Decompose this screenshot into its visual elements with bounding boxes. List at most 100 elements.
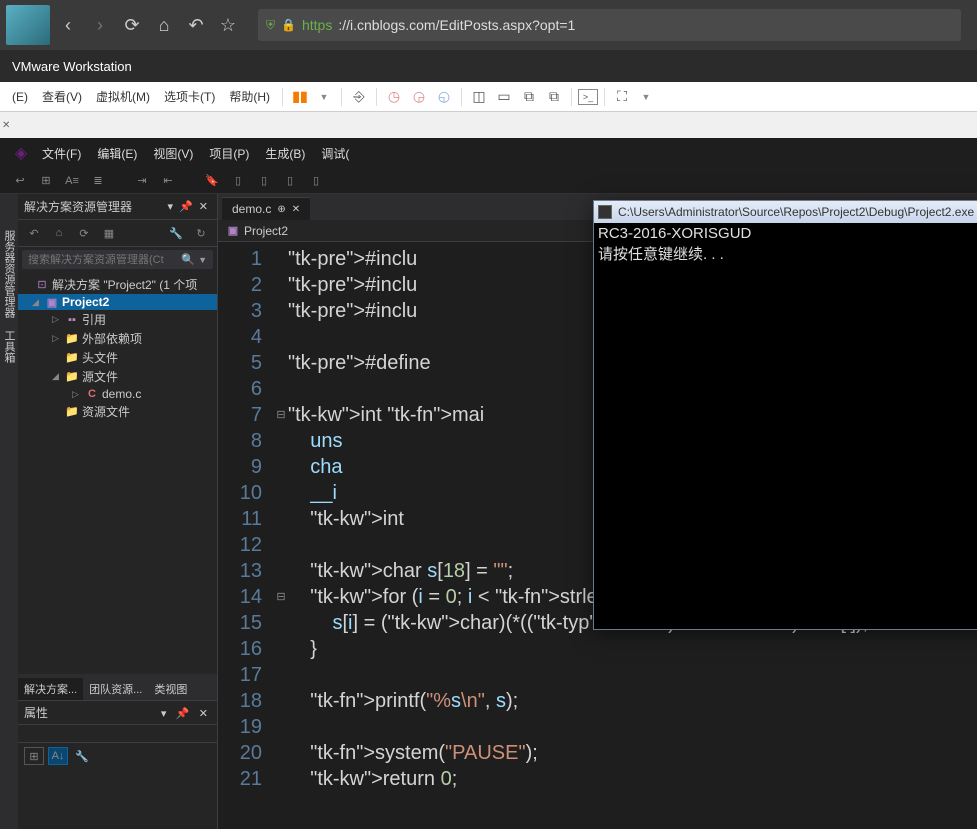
nav-back-icon[interactable]: ↩ xyxy=(10,172,30,190)
fullscreen-icon[interactable]: ⛶ xyxy=(611,86,633,108)
pin-icon[interactable]: 📌 xyxy=(176,200,196,213)
res-node[interactable]: 📁资源文件 xyxy=(18,402,217,421)
wrench-icon[interactable]: 🔧 xyxy=(72,747,92,765)
ext-deps-node[interactable]: ▷📁外部依赖项 xyxy=(18,329,217,348)
editor-tab-democ[interactable]: demo.c ⊕ ✕ xyxy=(222,197,310,220)
sync-icon[interactable]: ⟳ xyxy=(74,224,94,242)
toolbar-icon[interactable]: ▯ xyxy=(306,172,326,190)
layout4-icon[interactable]: ⧉ xyxy=(543,86,565,108)
lock-icon: 🔒 xyxy=(281,18,296,32)
vmware-titlebar: VMware Workstation xyxy=(0,50,977,82)
browser-toolbar: ‹ › ⟳ ⌂ ↶ ☆ ⛨ 🔒 https://i.cnblogs.com/Ed… xyxy=(0,0,977,50)
console-icon[interactable]: >_ xyxy=(578,89,598,105)
toolbar-font-icon[interactable]: A≡ xyxy=(62,172,82,190)
toolbar-icon[interactable]: ▯ xyxy=(280,172,300,190)
close-tab-icon[interactable]: ✕ xyxy=(2,120,12,130)
tab-classview[interactable]: 类视图 xyxy=(148,678,193,700)
properties-icon[interactable]: 🔧 xyxy=(166,224,186,242)
category-icon[interactable]: ⊞ xyxy=(24,747,44,765)
vs-menu-debug[interactable]: 调试( xyxy=(315,142,355,165)
breadcrumb-project[interactable]: Project2 xyxy=(244,224,288,238)
separator xyxy=(604,88,605,106)
tab-team[interactable]: 团队资源... xyxy=(83,678,148,700)
layout3-icon[interactable]: ⧉ xyxy=(518,86,540,108)
menu-edit[interactable]: (E) xyxy=(6,87,34,107)
reload-button[interactable]: ⟳ xyxy=(118,11,146,39)
solution-explorer-title: 解决方案资源管理器 xyxy=(24,198,165,215)
forward-button[interactable]: › xyxy=(86,11,114,39)
pause-icon[interactable]: ▮▮ xyxy=(289,86,311,108)
properties-title: 属性 xyxy=(24,704,48,721)
toolbar-outdent-icon[interactable]: ⇤ xyxy=(158,172,178,190)
snapshot-manage-icon[interactable]: ◵ xyxy=(433,86,455,108)
visual-studio-window: ◈ 文件(F) 编辑(E) 视图(V) 项目(P) 生成(B) 调试( ↩ ⊞ … xyxy=(0,138,977,829)
vs-menu-build[interactable]: 生成(B) xyxy=(259,142,311,165)
fold-column[interactable]: ⊟⊟ xyxy=(274,242,288,829)
democ-file[interactable]: ▷Cdemo.c xyxy=(18,386,217,402)
show-all-icon[interactable]: ▦ xyxy=(99,224,119,242)
close-icon[interactable]: ✕ xyxy=(196,708,211,720)
url-protocol: https xyxy=(302,17,332,33)
vs-menu-project[interactable]: 项目(P) xyxy=(203,142,255,165)
home-icon[interactable]: ⌂ xyxy=(49,224,69,242)
undo-button[interactable]: ↶ xyxy=(182,11,210,39)
sidebar-tab-toolbox[interactable]: 工具箱 xyxy=(1,324,17,369)
menu-vm[interactable]: 虚拟机(M) xyxy=(90,85,156,108)
vs-menu-edit[interactable]: 编辑(E) xyxy=(91,142,143,165)
console-window[interactable]: C:\Users\Administrator\Source\Repos\Proj… xyxy=(593,200,977,630)
layout2-icon[interactable]: ▭ xyxy=(493,86,515,108)
toolbar-icon[interactable]: ▯ xyxy=(228,172,248,190)
menu-tabs[interactable]: 选项卡(T) xyxy=(158,85,221,108)
tab-solution[interactable]: 解决方案... xyxy=(18,678,83,700)
toolbar-layout-icon[interactable]: ⊞ xyxy=(36,172,56,190)
solution-search-input[interactable] xyxy=(28,254,181,266)
sidebar-tab-server[interactable]: 服务器资源管理器 xyxy=(1,224,17,324)
tab-close-icon[interactable]: ✕ xyxy=(292,204,300,215)
project-node[interactable]: ◢▣Project2 xyxy=(18,294,217,310)
toolbar-indent-icon[interactable]: ⇥ xyxy=(132,172,152,190)
separator xyxy=(376,88,377,106)
search-icon[interactable]: 🔍 xyxy=(181,253,195,266)
avatar[interactable] xyxy=(6,5,50,45)
menu-help[interactable]: 帮助(H) xyxy=(223,85,276,108)
vs-menu-view[interactable]: 视图(V) xyxy=(147,142,199,165)
refresh-icon[interactable]: ↻ xyxy=(191,224,211,242)
refs-node[interactable]: ▷▪▪引用 xyxy=(18,310,217,329)
send-ctrl-alt-del-icon[interactable]: ⎆ xyxy=(348,86,370,108)
home-button[interactable]: ⌂ xyxy=(150,11,178,39)
chevron-down-icon[interactable]: ▼ xyxy=(313,86,335,108)
line-numbers: 123456789101112131415161718192021 xyxy=(218,242,274,829)
solution-root[interactable]: ⊡解决方案 "Project2" (1 个项 xyxy=(18,275,217,294)
star-button[interactable]: ☆ xyxy=(214,11,242,39)
headers-node[interactable]: 📁头文件 xyxy=(18,348,217,367)
layout1-icon[interactable]: ◫ xyxy=(468,86,490,108)
vs-menu-file[interactable]: 文件(F) xyxy=(36,142,87,165)
snapshot-take-icon[interactable]: ◷ xyxy=(383,86,405,108)
vs-logo-icon: ◈ xyxy=(10,142,32,164)
vs-menubar: ◈ 文件(F) 编辑(E) 视图(V) 项目(P) 生成(B) 调试( xyxy=(0,138,977,168)
bookmark-icon[interactable]: 🔖 xyxy=(202,172,222,190)
bottom-tabstrip: 解决方案... 团队资源... 类视图 xyxy=(18,678,217,700)
toolbar-comment-icon[interactable]: ≣ xyxy=(88,172,108,190)
dropdown-icon[interactable]: ▾ xyxy=(165,200,177,213)
snapshot-revert-icon[interactable]: ◶ xyxy=(408,86,430,108)
vmware-title-text: VMware Workstation xyxy=(12,59,132,74)
vs-sidebar-tabs: 服务器资源管理器 工具箱 xyxy=(0,194,18,829)
separator xyxy=(282,88,283,106)
chevron-down-icon[interactable]: ▼ xyxy=(635,86,657,108)
solution-search[interactable]: 🔍 ▼ xyxy=(22,250,213,269)
back-icon[interactable]: ↶ xyxy=(24,224,44,242)
close-icon[interactable]: ✕ xyxy=(196,200,211,213)
pin-icon[interactable]: 📌 xyxy=(173,708,193,720)
src-node[interactable]: ◢📁源文件 xyxy=(18,367,217,386)
back-button[interactable]: ‹ xyxy=(54,11,82,39)
toolbar-icon[interactable]: ▯ xyxy=(254,172,274,190)
menu-view[interactable]: 查看(V) xyxy=(36,85,88,108)
dropdown-icon[interactable]: ▾ xyxy=(158,708,170,720)
console-titlebar[interactable]: C:\Users\Administrator\Source\Repos\Proj… xyxy=(594,201,977,223)
url-bar[interactable]: ⛨ 🔒 https://i.cnblogs.com/EditPosts.aspx… xyxy=(258,9,961,41)
sort-icon[interactable]: A↓ xyxy=(48,747,68,765)
tab-pin-icon[interactable]: ⊕ xyxy=(277,204,285,215)
chevron-down-icon[interactable]: ▼ xyxy=(198,255,207,265)
solution-tree: ⊡解决方案 "Project2" (1 个项 ◢▣Project2 ▷▪▪引用 … xyxy=(18,272,217,674)
